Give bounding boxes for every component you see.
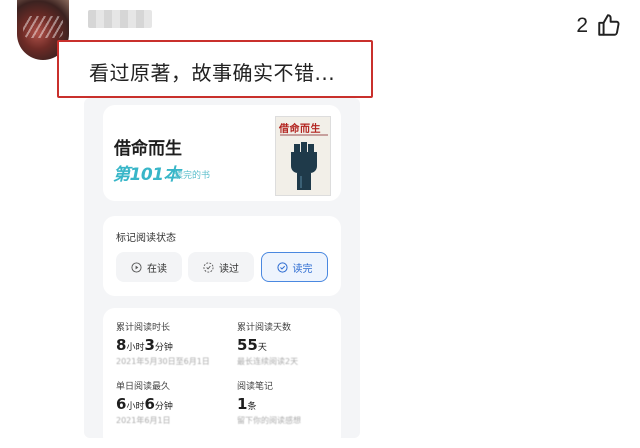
username-blurred[interactable] bbox=[88, 10, 152, 28]
status-read-button[interactable]: 读过 bbox=[188, 252, 254, 282]
stat-notes-value: 1条 bbox=[237, 395, 257, 413]
stat-notes-note: 留下你的阅读感想 bbox=[237, 416, 301, 425]
stat-total-time-note: 2021年5月30日至6月1日 bbox=[116, 357, 210, 366]
stat-total-days-value: 55天 bbox=[237, 336, 267, 354]
status-done-button[interactable]: 读完 bbox=[261, 252, 328, 282]
status-done-label: 读完 bbox=[292, 263, 313, 275]
stat-total-time-value: 8小时3分钟 bbox=[116, 336, 173, 354]
book-rank-suffix: 读完的书 bbox=[174, 171, 211, 181]
like-count: 2 bbox=[576, 14, 588, 37]
status-reading-label: 在读 bbox=[147, 263, 167, 275]
status-read-label: 读过 bbox=[219, 263, 239, 275]
stat-longest-day-label: 单日阅读最久 bbox=[116, 382, 171, 392]
cover-subtitle-line bbox=[280, 134, 328, 136]
stat-longest-day-note: 2021年6月1日 bbox=[116, 416, 171, 425]
status-label: 标记阅读状态 bbox=[116, 233, 176, 244]
book-cover[interactable]: 借命而生 bbox=[275, 116, 331, 196]
check-circle-icon bbox=[276, 261, 288, 273]
stat-total-time-label: 累计阅读时长 bbox=[116, 323, 171, 333]
comment-highlight-box: 看过原著，故事确实不错... bbox=[57, 40, 373, 98]
cover-title: 借命而生 bbox=[279, 124, 321, 135]
stat-longest-day-value: 6小时6分钟 bbox=[116, 395, 173, 413]
book-rank: 第101本 bbox=[113, 165, 181, 185]
play-circle-icon bbox=[131, 261, 142, 273]
fist-icon bbox=[291, 142, 317, 190]
dashed-circle-icon bbox=[203, 261, 214, 273]
comment-text: 看过原著，故事确实不错... bbox=[89, 61, 336, 85]
status-reading-button[interactable]: 在读 bbox=[116, 252, 182, 282]
thumbs-up-icon[interactable] bbox=[596, 12, 622, 38]
stat-total-days-note: 最长连续阅读2天 bbox=[237, 357, 299, 366]
stat-total-days-label: 累计阅读天数 bbox=[237, 323, 292, 333]
book-title: 借命而生 bbox=[114, 139, 182, 159]
avatar-image bbox=[23, 16, 63, 38]
stat-notes-label: 阅读笔记 bbox=[237, 382, 274, 392]
